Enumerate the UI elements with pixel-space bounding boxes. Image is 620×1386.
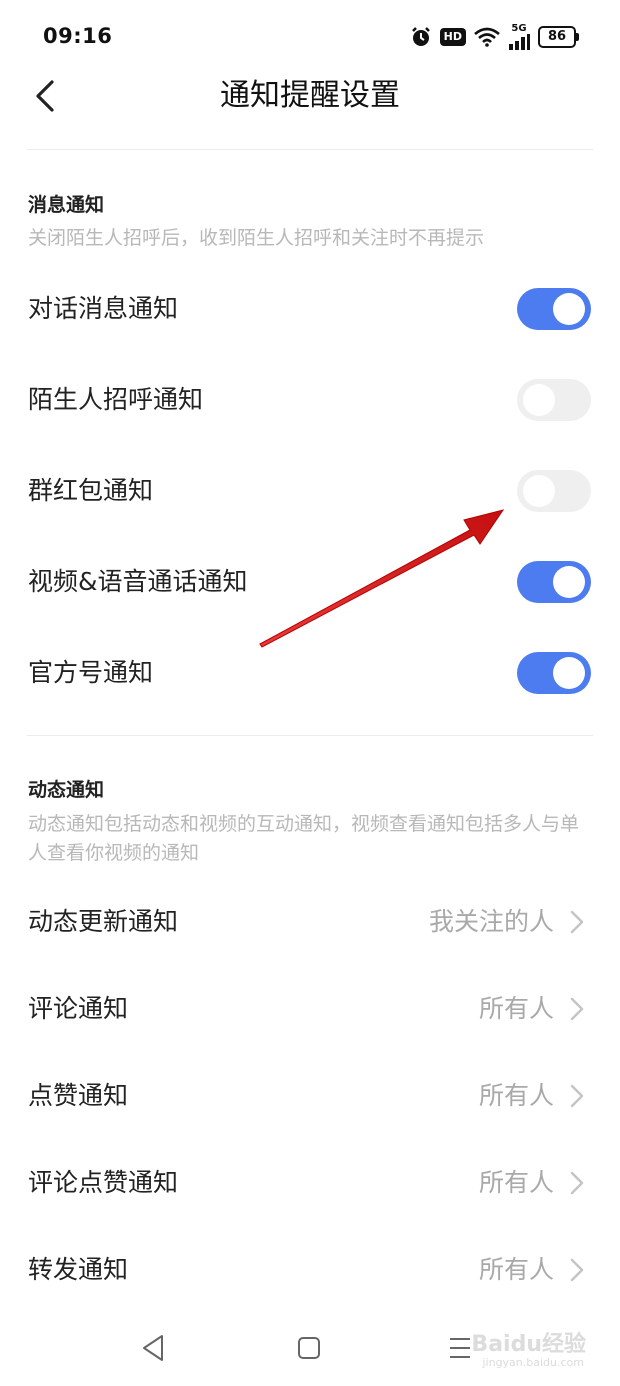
setting-row-stranger: 陌生人招呼通知 (0, 355, 620, 445)
setting-label: 官方号通知 (28, 658, 154, 687)
setting-label: 点赞通知 (28, 1081, 129, 1110)
dialog-notification-toggle[interactable] (517, 288, 591, 330)
nav-home-icon[interactable] (296, 1328, 322, 1368)
wifi-icon (474, 27, 500, 47)
toggle-knob (523, 475, 555, 507)
network-label: 5G (508, 24, 530, 50)
toggle-knob (553, 293, 585, 325)
toggle-knob (553, 657, 585, 689)
official-account-toggle[interactable] (517, 652, 591, 694)
video-voice-call-toggle[interactable] (517, 561, 591, 603)
hd-badge: HD (439, 28, 466, 46)
baidu-watermark: Baidu经验 (471, 1332, 586, 1357)
toggle-knob (523, 384, 555, 416)
setting-label: 对话消息通知 (28, 294, 179, 323)
setting-label: 评论通知 (28, 994, 129, 1023)
setting-value: 所有人 (478, 1255, 554, 1284)
network-type: 5G (511, 23, 527, 34)
setting-label: 动态更新通知 (28, 907, 179, 936)
setting-value: 所有人 (478, 1081, 554, 1110)
section-divider (27, 735, 593, 736)
nav-row-like[interactable]: 点赞通知 所有人 (0, 1053, 620, 1139)
setting-value: 所有人 (478, 1168, 554, 1197)
chevron-right-icon (570, 1171, 584, 1195)
signal-icon (509, 34, 530, 50)
setting-label: 视频&语音通话通知 (28, 567, 248, 596)
battery-indicator: 86 (538, 26, 579, 48)
header-divider (27, 149, 593, 150)
setting-label: 转发通知 (28, 1255, 129, 1284)
setting-label: 陌生人招呼通知 (28, 385, 204, 414)
nav-row-forward[interactable]: 转发通知 所有人 (0, 1227, 620, 1313)
page-title: 通知提醒设置 (220, 78, 400, 113)
nav-row-comment-like[interactable]: 评论点赞通知 所有人 (0, 1140, 620, 1226)
stranger-greeting-toggle[interactable] (517, 379, 591, 421)
setting-row-official: 官方号通知 (0, 628, 620, 718)
status-bar: 09:16 HD 5G 86 (0, 0, 620, 72)
toggle-knob (553, 566, 585, 598)
setting-row-call: 视频&语音通话通知 (0, 537, 620, 627)
nav-menu-icon[interactable] (448, 1328, 472, 1368)
chevron-right-icon (570, 1258, 584, 1282)
setting-value: 我关注的人 (428, 907, 554, 936)
setting-label: 群红包通知 (28, 476, 154, 505)
baidu-watermark-url: jingyan.baidu.com (482, 1356, 584, 1369)
dynamic-section-description: 动态通知包括动态和视频的互动通知，视频查看通知包括多人与单人查看你视频的通知 (28, 813, 580, 864)
message-section-title: 消息通知 (28, 194, 105, 216)
setting-value: 所有人 (478, 994, 554, 1023)
dynamic-section-title: 动态通知 (28, 779, 105, 801)
chevron-right-icon (570, 910, 584, 934)
status-time: 09:16 (43, 24, 113, 48)
status-icons: HD 5G 86 (410, 22, 579, 52)
setting-label: 评论点赞通知 (28, 1168, 179, 1197)
nav-row-dynamic-update[interactable]: 动态更新通知 我关注的人 (0, 879, 620, 965)
nav-row-comment[interactable]: 评论通知 所有人 (0, 966, 620, 1052)
nav-back-icon[interactable] (140, 1328, 166, 1368)
group-red-packet-toggle[interactable] (517, 470, 591, 512)
chevron-right-icon (570, 997, 584, 1021)
header: 通知提醒设置 (0, 72, 620, 148)
chevron-right-icon (570, 1084, 584, 1108)
message-section-description: 关闭陌生人招呼后，收到陌生人招呼和关注时不再提示 (28, 227, 485, 249)
setting-row-red-packet: 群红包通知 (0, 446, 620, 536)
alarm-icon (411, 27, 430, 46)
setting-row-dialog: 对话消息通知 (0, 264, 620, 354)
